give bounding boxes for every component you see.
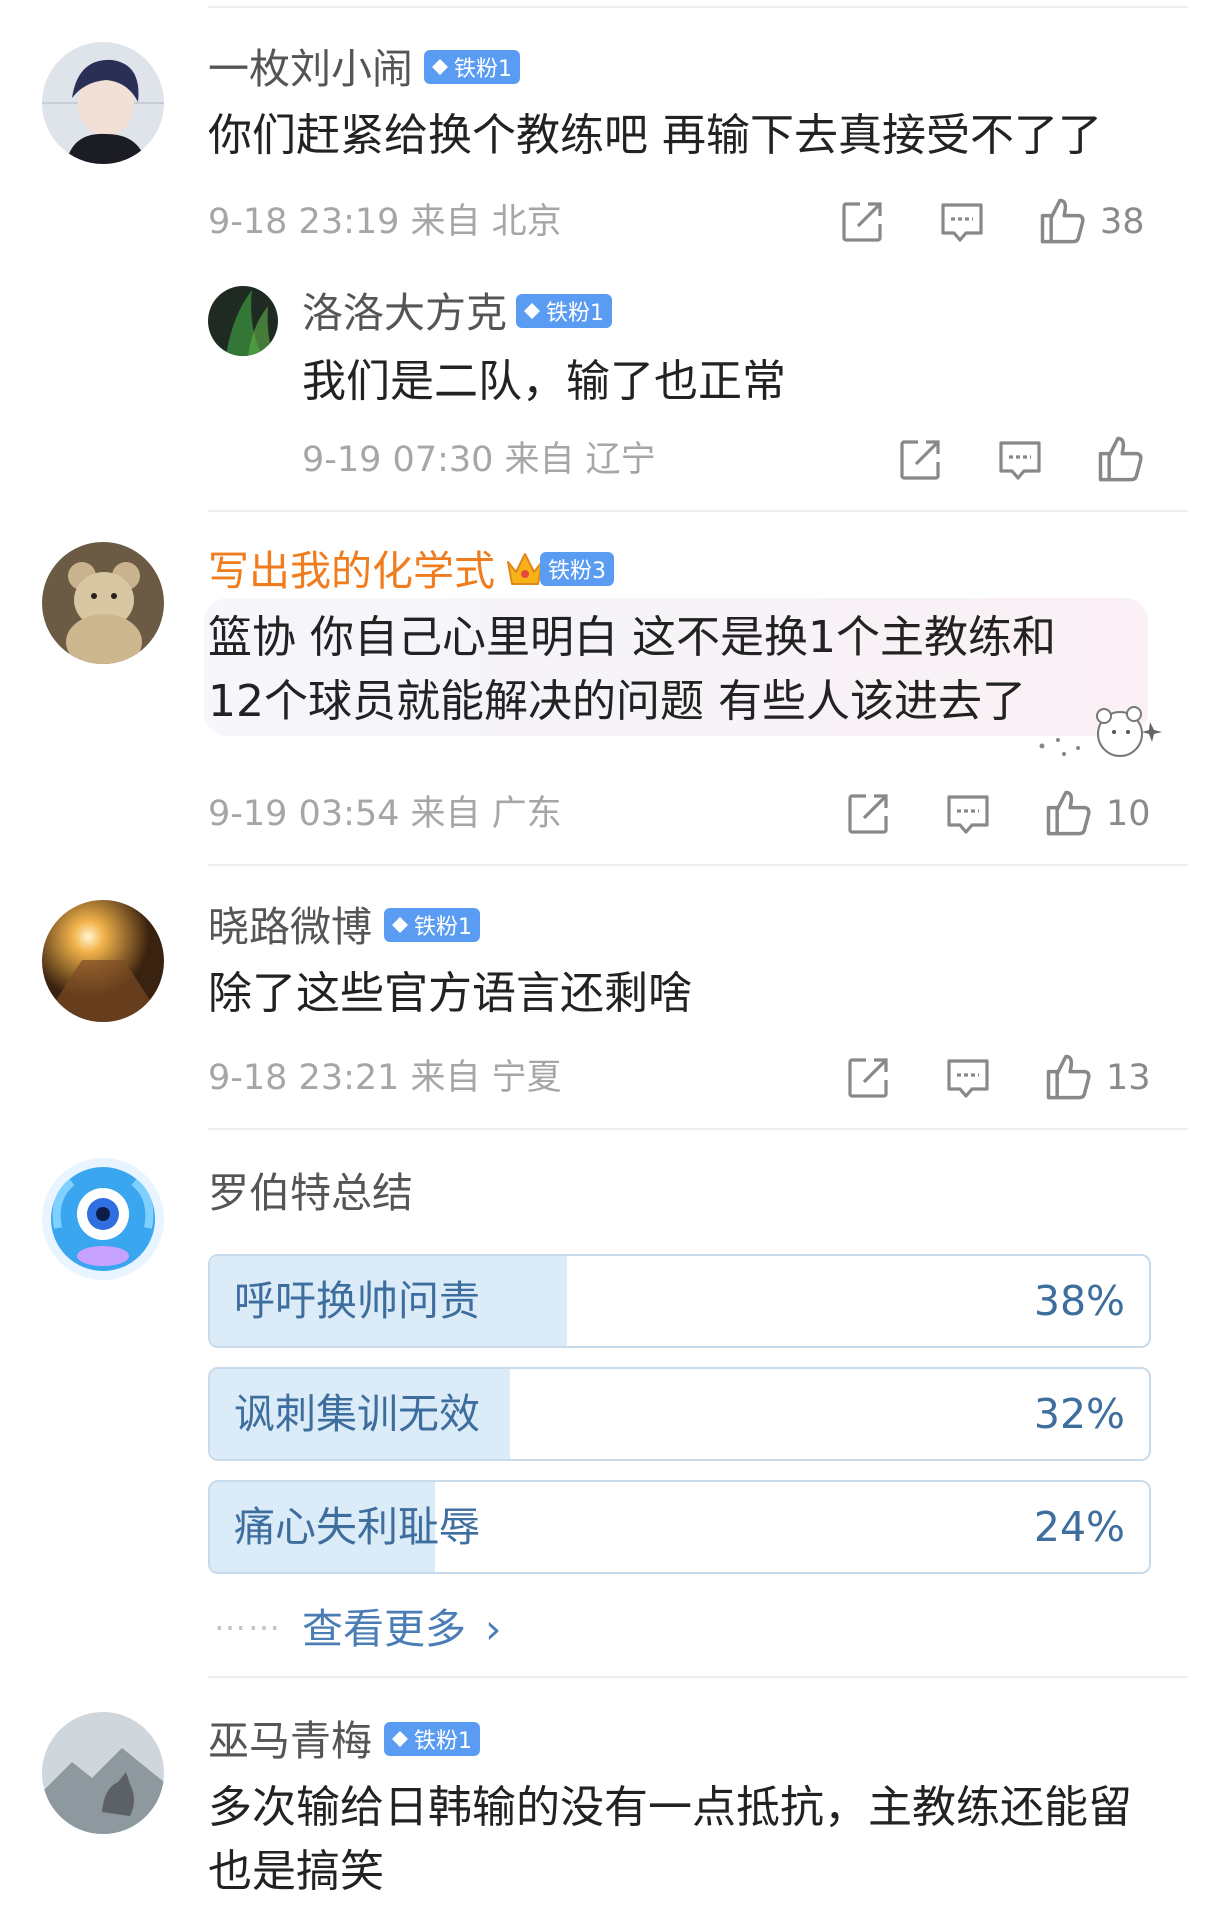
like-icon[interactable] (1042, 1050, 1094, 1102)
comment-icon[interactable] (944, 1054, 992, 1102)
comment-icon[interactable] (996, 436, 1044, 484)
see-more-link[interactable]: 查看更多 › (302, 1604, 501, 1654)
comment-text: 除了这些官方语言还剩啥 (208, 968, 692, 1019)
badge-label: 铁粉1 (454, 57, 512, 82)
poll-option-percent: 32% (1033, 1390, 1125, 1438)
poll-option[interactable]: 讽刺集训无效 32% (208, 1367, 1151, 1461)
bear-sticker-icon (1039, 706, 1162, 757)
comment-text: 篮协 你自己心里明白 这不是换1个主教练和 (208, 612, 1056, 663)
divider (208, 1676, 1188, 1678)
badge-label: 铁粉1 (414, 1729, 472, 1754)
poll-option-label: 痛心失利耻辱 (234, 1503, 480, 1551)
username[interactable]: 一枚刘小闹 (208, 44, 413, 94)
badge-label: 铁粉1 (414, 915, 472, 940)
comment-text: 我们是二队，输了也正常 (302, 356, 786, 407)
poll-option-label: 呼吁换帅问责 (234, 1277, 480, 1325)
like-icon[interactable] (1094, 432, 1146, 484)
avatar[interactable] (42, 1712, 164, 1834)
poll-option[interactable]: 痛心失利耻辱 24% (208, 1480, 1151, 1574)
poll-option-percent: 38% (1033, 1277, 1125, 1325)
badge-label: 铁粉1 (546, 301, 604, 326)
diamond-icon (392, 917, 408, 933)
comment-text: 多次输给日韩输的没有一点抵抗，主教练还能留 (208, 1782, 1132, 1833)
like-icon[interactable] (1042, 786, 1094, 838)
fan-badge: 铁粉1 (384, 908, 480, 942)
divider (208, 510, 1188, 512)
username[interactable]: 罗伯特总结 (208, 1168, 413, 1218)
divider (208, 6, 1188, 8)
chevron-right-icon: › (485, 1605, 502, 1653)
like-count: 13 (1106, 1058, 1151, 1098)
comment-text: 也是搞笑 (208, 1846, 384, 1897)
username[interactable]: 巫马青梅 (208, 1716, 372, 1766)
share-icon[interactable] (844, 1054, 892, 1102)
badge-label: 铁粉3 (548, 559, 606, 584)
like-icon[interactable] (1036, 194, 1088, 246)
divider (208, 864, 1188, 866)
share-icon[interactable] (838, 198, 886, 246)
ellipsis: …… (214, 1600, 282, 1638)
comment-meta: 9-18 23:19 来自 北京 (208, 202, 562, 242)
fan-badge: 铁粉3 (540, 552, 614, 586)
diamond-icon (524, 303, 540, 319)
fan-badge: 铁粉1 (384, 1722, 480, 1756)
diamond-icon (432, 59, 448, 75)
comment-icon[interactable] (938, 198, 986, 246)
see-more-label: 查看更多 (302, 1605, 466, 1653)
comment-meta: 9-19 03:54 来自 广东 (208, 794, 562, 834)
divider (208, 1128, 1188, 1130)
comment-meta: 9-18 23:21 来自 宁夏 (208, 1058, 562, 1098)
avatar[interactable] (208, 286, 278, 356)
poll-option-label: 讽刺集训无效 (234, 1390, 480, 1438)
diamond-icon (392, 1731, 408, 1747)
fan-badge: 铁粉1 (516, 294, 612, 328)
username[interactable]: 写出我的化学式 (208, 546, 495, 596)
comment-text: 你们赶紧给换个教练吧 再输下去真接受不了了 (208, 110, 1102, 161)
poll-option-percent: 24% (1033, 1503, 1125, 1551)
username[interactable]: 晓路微博 (208, 902, 372, 952)
comment-icon[interactable] (944, 790, 992, 838)
avatar[interactable] (42, 1158, 164, 1280)
like-count: 38 (1100, 202, 1145, 242)
comment-text: 12个球员就能解决的问题 有些人该进去了 (208, 676, 1026, 727)
poll-option[interactable]: 呼吁换帅问责 38% (208, 1254, 1151, 1348)
like-count: 10 (1106, 794, 1151, 834)
username[interactable]: 洛洛大方克 (302, 288, 507, 338)
fan-badge: 铁粉1 (424, 50, 520, 84)
share-icon[interactable] (896, 436, 944, 484)
avatar[interactable] (42, 900, 164, 1022)
avatar[interactable] (42, 42, 164, 164)
comment-meta: 9-19 07:30 来自 辽宁 (302, 440, 656, 480)
avatar[interactable] (42, 542, 164, 664)
share-icon[interactable] (844, 790, 892, 838)
